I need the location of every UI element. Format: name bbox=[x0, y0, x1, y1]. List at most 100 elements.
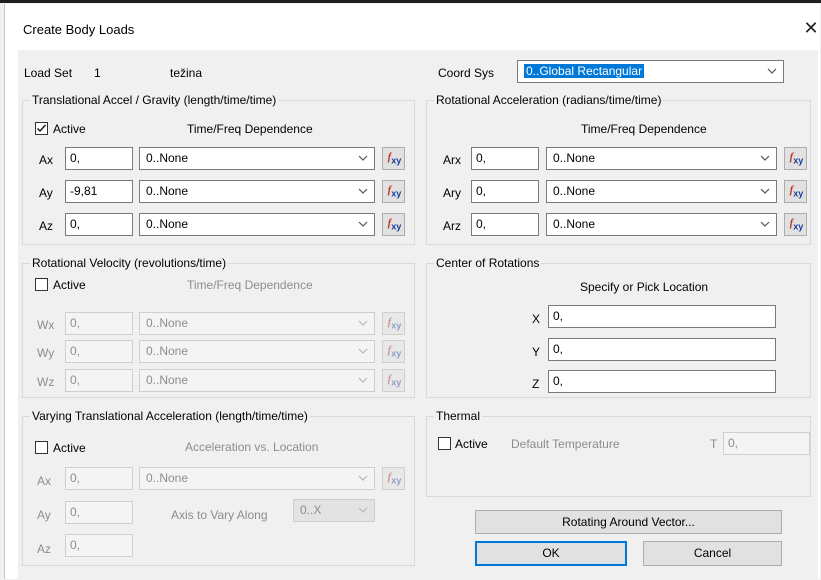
top-edge bbox=[0, 0, 821, 3]
chevron-down-icon bbox=[356, 181, 370, 202]
axis-to-vary-value: 0..X bbox=[300, 503, 322, 517]
wx-function-button[interactable] bbox=[382, 312, 405, 335]
chevron-down-icon bbox=[356, 341, 370, 362]
arz-label: Arz bbox=[443, 219, 461, 233]
ary-label: Ary bbox=[443, 186, 461, 200]
wx-input[interactable]: 0, bbox=[65, 312, 133, 335]
fxy-function-icon bbox=[785, 148, 806, 169]
rot-vel-active-checkbox[interactable] bbox=[35, 278, 48, 291]
wx-dependence-select[interactable]: 0..None bbox=[139, 312, 375, 335]
ary-dependence-select[interactable]: 0..None bbox=[546, 180, 777, 203]
close-icon[interactable]: ✕ bbox=[801, 17, 821, 39]
rot-accel-dep-header: Time/Freq Dependence bbox=[581, 122, 707, 136]
group-title-rotational-velocity: Rotational Velocity (revolutions/time) bbox=[30, 256, 229, 270]
az-dependence-select[interactable]: 0..None bbox=[139, 213, 375, 236]
arx-dependence-select[interactable]: 0..None bbox=[546, 147, 777, 170]
ary-input[interactable]: 0, bbox=[471, 180, 539, 203]
var-ax-dependence-select[interactable]: 0..None bbox=[139, 467, 375, 490]
az-label: Az bbox=[39, 219, 54, 233]
ay-label: Ay bbox=[39, 186, 53, 200]
wz-dependence-value: 0..None bbox=[146, 373, 189, 387]
wy-dependence-select[interactable]: 0..None bbox=[139, 340, 375, 363]
var-ay-input[interactable]: 0, bbox=[65, 501, 133, 524]
group-thermal bbox=[426, 416, 811, 497]
chevron-down-icon bbox=[758, 214, 772, 235]
wz-dependence-select[interactable]: 0..None bbox=[139, 369, 375, 392]
group-title-center-of-rotations: Center of Rotations bbox=[434, 256, 542, 270]
arz-dependence-select[interactable]: 0..None bbox=[546, 213, 777, 236]
fxy-function-icon bbox=[383, 148, 404, 169]
fxy-function-icon bbox=[383, 214, 404, 235]
var-ax-label: Ax bbox=[37, 474, 52, 488]
varying-active-checkbox[interactable] bbox=[35, 441, 48, 454]
var-ax-input[interactable]: 0, bbox=[65, 467, 133, 490]
thermal-active-label: Active bbox=[455, 437, 488, 451]
trans-accel-active-checkbox[interactable] bbox=[35, 122, 48, 135]
center-header: Specify or Pick Location bbox=[580, 280, 709, 294]
ay-function-button[interactable] bbox=[382, 180, 405, 203]
t-input[interactable]: 0, bbox=[723, 432, 810, 455]
coord-sys-value: 0..Global Rectangular bbox=[524, 64, 645, 78]
ary-dependence-value: 0..None bbox=[553, 184, 596, 198]
arx-label: Arx bbox=[443, 153, 461, 167]
arz-function-button[interactable] bbox=[784, 213, 807, 236]
ax-input[interactable]: 0, bbox=[65, 147, 133, 170]
thermal-active-checkbox[interactable] bbox=[438, 437, 451, 450]
fxy-function-icon bbox=[383, 341, 404, 362]
ary-function-button[interactable] bbox=[784, 180, 807, 203]
rotating-around-vector-button[interactable]: Rotating Around Vector... bbox=[475, 510, 782, 534]
group-title-varying-accel: Varying Translational Acceleration (leng… bbox=[30, 409, 310, 423]
trans-accel-active-label: Active bbox=[53, 122, 86, 136]
center-y-label: Y bbox=[532, 345, 541, 359]
ax-label: Ax bbox=[39, 153, 54, 167]
axis-to-vary-select[interactable]: 0..X bbox=[293, 499, 375, 522]
wz-label: Wz bbox=[37, 375, 55, 389]
rot-vel-active-label: Active bbox=[53, 278, 86, 292]
wz-function-button[interactable] bbox=[382, 369, 405, 392]
axis-to-vary-label: Axis to Vary Along bbox=[171, 508, 268, 522]
arx-input[interactable]: 0, bbox=[471, 147, 539, 170]
fxy-function-icon bbox=[383, 370, 404, 391]
chevron-down-icon bbox=[356, 148, 370, 169]
trans-accel-dep-header: Time/Freq Dependence bbox=[187, 122, 313, 136]
wx-dependence-value: 0..None bbox=[146, 316, 189, 330]
fxy-function-icon bbox=[383, 181, 404, 202]
center-z-input[interactable]: 0, bbox=[548, 370, 776, 393]
ax-dependence-select[interactable]: 0..None bbox=[139, 147, 375, 170]
chevron-down-icon bbox=[758, 148, 772, 169]
load-set-name: težina bbox=[170, 66, 203, 80]
fxy-function-icon bbox=[383, 313, 404, 334]
fxy-function-icon bbox=[785, 181, 806, 202]
az-input[interactable]: 0, bbox=[65, 213, 133, 236]
center-x-input[interactable]: 0, bbox=[548, 305, 776, 328]
group-title-thermal: Thermal bbox=[434, 409, 483, 423]
ay-input[interactable]: -9,81 bbox=[65, 180, 133, 203]
load-set-label: Load Set bbox=[24, 66, 73, 80]
wy-input[interactable]: 0, bbox=[65, 340, 133, 363]
wy-dependence-value: 0..None bbox=[146, 344, 189, 358]
arx-function-button[interactable] bbox=[784, 147, 807, 170]
wz-input[interactable]: 0, bbox=[65, 369, 133, 392]
ax-function-button[interactable] bbox=[382, 147, 405, 170]
var-ax-function-button[interactable] bbox=[382, 467, 405, 490]
var-az-input[interactable]: 0, bbox=[65, 534, 133, 557]
wy-label: Wy bbox=[37, 346, 55, 360]
chevron-down-icon bbox=[356, 214, 370, 235]
wy-function-button[interactable] bbox=[382, 340, 405, 363]
coord-sys-select[interactable]: 0..Global Rectangular bbox=[517, 60, 784, 83]
ok-button[interactable]: OK bbox=[475, 541, 627, 566]
ay-dependence-select[interactable]: 0..None bbox=[139, 180, 375, 203]
group-title-rotational-accel: Rotational Acceleration (radians/time/ti… bbox=[434, 93, 664, 107]
ay-dependence-value: 0..None bbox=[146, 184, 189, 198]
arz-input[interactable]: 0, bbox=[471, 213, 539, 236]
var-az-label: Az bbox=[37, 542, 52, 556]
coord-sys-label: Coord Sys bbox=[438, 66, 495, 80]
ax-dependence-value: 0..None bbox=[146, 151, 189, 165]
az-function-button[interactable] bbox=[382, 213, 405, 236]
chevron-down-icon bbox=[356, 500, 370, 521]
center-y-input[interactable]: 0, bbox=[548, 338, 776, 361]
var-ax-dependence-value: 0..None bbox=[146, 471, 189, 485]
varying-active-label: Active bbox=[53, 441, 86, 455]
cancel-button[interactable]: Cancel bbox=[643, 541, 782, 566]
fxy-function-icon bbox=[785, 214, 806, 235]
